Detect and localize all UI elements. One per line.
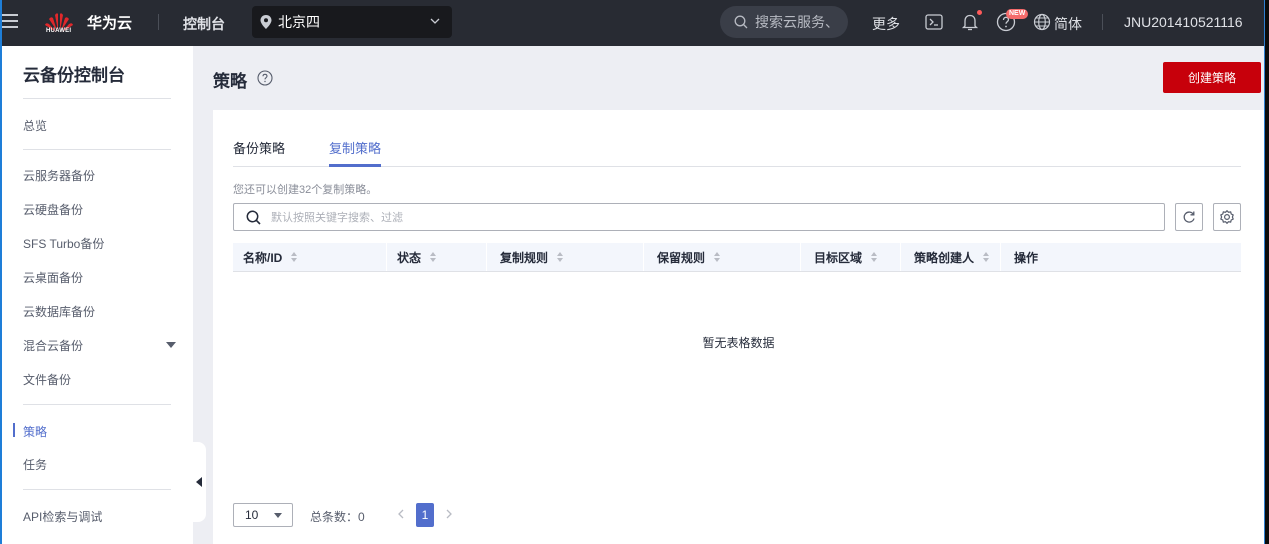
settings-button[interactable] <box>1213 203 1241 231</box>
column-label: 操作 <box>1014 250 1039 265</box>
search-input[interactable]: 默认按照关键字搜索、过滤 <box>233 203 1165 231</box>
column-label: 保留规则 <box>657 250 706 265</box>
notification-bell-icon[interactable] <box>960 12 980 32</box>
sidebar-divider <box>23 404 171 405</box>
policy-card: 备份策略 复制策略 您还可以创建32个复制策略。 默认按照关键字搜索、过滤 名称… <box>213 110 1264 544</box>
sidebar-item-api-explorer[interactable]: API检索与调试 <box>23 508 102 525</box>
sidebar-divider <box>23 149 171 150</box>
prev-page-icon[interactable] <box>395 507 407 521</box>
terminal-icon[interactable] <box>924 12 944 32</box>
refresh-icon <box>1183 211 1195 223</box>
top-navigation-bar: HUAWEI 华为云 控制台 北京四 搜索云服务、 更多 NEW 简体 JNU2… <box>0 0 1269 46</box>
table-header: 名称/ID 状态 复制规则 保留规则 目标区域 策略创建人 操作 <box>233 243 1241 272</box>
empty-table-message: 暂无表格数据 <box>702 336 775 350</box>
sort-icon <box>291 252 298 262</box>
globe-icon[interactable] <box>1033 13 1051 31</box>
next-page-icon[interactable] <box>443 507 455 521</box>
sidebar-item-file-backup[interactable]: 文件备份 <box>23 371 71 388</box>
refresh-button[interactable] <box>1175 203 1203 231</box>
collapse-arrow-icon <box>196 477 202 487</box>
total-count: 总条数：0 <box>310 510 365 524</box>
column-header-creator[interactable]: 策略创建人 <box>901 243 1001 271</box>
quota-tip: 您还可以创建32个复制策略。 <box>233 184 378 196</box>
sort-icon <box>557 252 564 262</box>
divider <box>158 14 159 30</box>
new-badge: NEW <box>1006 9 1029 19</box>
region-selector[interactable]: 北京四 <box>252 6 452 38</box>
sidebar-title: 云备份控制台 <box>23 66 125 85</box>
sort-icon <box>430 252 437 262</box>
create-policy-button[interactable]: 创建策略 <box>1163 62 1261 93</box>
chevron-down-icon <box>430 18 440 24</box>
column-label: 复制规则 <box>500 250 549 265</box>
sidebar-collapse-button[interactable] <box>193 442 206 522</box>
column-label: 名称/ID <box>243 250 283 265</box>
column-header-name-id[interactable]: 名称/ID <box>233 243 387 271</box>
sidebar-item-policies[interactable]: 策略 <box>23 423 47 440</box>
sidebar-item-tasks[interactable]: 任务 <box>23 456 47 473</box>
page-size-value: 10 <box>245 508 259 522</box>
sidebar-item-disk-backup[interactable]: 云硬盘备份 <box>23 201 83 218</box>
region-label: 北京四 <box>278 14 320 30</box>
column-label: 策略创建人 <box>914 250 975 265</box>
expand-arrow-icon[interactable] <box>166 342 176 348</box>
sidebar-divider <box>23 489 171 490</box>
brand-name[interactable]: 华为云 <box>87 12 132 33</box>
menu-icon[interactable] <box>2 14 18 30</box>
sort-icon <box>871 252 878 262</box>
sort-icon <box>983 252 990 262</box>
divider <box>1102 14 1103 30</box>
page-title: 策略 <box>213 72 247 91</box>
search-icon <box>246 210 261 225</box>
column-header-retention-rule[interactable]: 保留规则 <box>644 243 801 271</box>
column-header-status[interactable]: 状态 <box>387 243 487 271</box>
policy-tabs: 备份策略 复制策略 <box>233 110 1241 167</box>
sidebar: 云备份控制台 总览 云服务器备份 云硬盘备份 SFS Turbo备份 云桌面备份… <box>0 46 193 544</box>
account-name[interactable]: JNU201410521116 <box>1124 14 1243 30</box>
sidebar-item-database-backup[interactable]: 云数据库备份 <box>23 303 95 320</box>
page-size-select[interactable]: 10 <box>233 503 293 527</box>
sidebar-item-overview[interactable]: 总览 <box>23 117 47 134</box>
global-search[interactable]: 搜索云服务、 <box>720 6 848 38</box>
column-header-target-region[interactable]: 目标区域 <box>801 243 901 271</box>
active-indicator <box>13 423 15 437</box>
sidebar-item-desktop-backup[interactable]: 云桌面备份 <box>23 269 83 286</box>
language-switcher[interactable]: 简体 <box>1054 14 1082 34</box>
column-label: 目标区域 <box>814 250 863 265</box>
sidebar-item-server-backup[interactable]: 云服务器备份 <box>23 167 95 184</box>
gear-icon <box>1220 210 1234 224</box>
window-border-right <box>1264 0 1269 544</box>
location-pin-icon <box>260 15 272 29</box>
search-placeholder: 默认按照关键字搜索、过滤 <box>271 212 403 224</box>
window-border-left <box>0 0 2 544</box>
caret-down-icon <box>274 513 282 518</box>
more-menu[interactable]: 更多 <box>872 14 900 34</box>
tab-replication-policy[interactable]: 复制策略 <box>329 138 382 167</box>
sidebar-item-sfs-turbo-backup[interactable]: SFS Turbo备份 <box>23 235 104 252</box>
help-icon[interactable] <box>257 70 273 86</box>
huawei-logo-icon[interactable] <box>44 7 74 39</box>
column-header-actions: 操作 <box>1001 243 1241 271</box>
huawei-logo-text: HUAWEI <box>46 28 72 34</box>
console-link[interactable]: 控制台 <box>183 14 225 34</box>
sort-icon <box>714 252 721 262</box>
column-label: 状态 <box>397 250 422 265</box>
search-icon <box>734 15 748 29</box>
sidebar-item-hybrid-cloud-backup[interactable]: 混合云备份 <box>23 337 83 354</box>
column-header-replication-rule[interactable]: 复制规则 <box>487 243 644 271</box>
notification-dot <box>977 10 982 15</box>
sidebar-divider <box>23 98 171 99</box>
page-number-current[interactable]: 1 <box>416 503 434 527</box>
tab-backup-policy[interactable]: 备份策略 <box>233 138 285 167</box>
global-search-placeholder: 搜索云服务、 <box>755 14 839 30</box>
